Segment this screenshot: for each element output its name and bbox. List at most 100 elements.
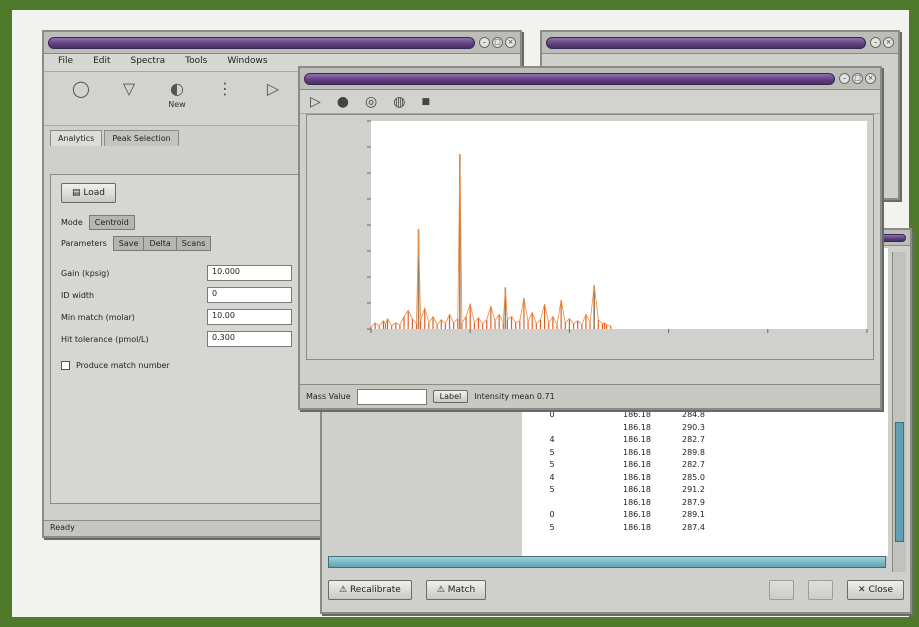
field-label-hit-tolerance: Hit tolerance (pmol/L): [61, 334, 149, 344]
background-window-title: [546, 36, 866, 49]
mode-label: Mode: [61, 218, 83, 227]
spectrum-close-icon[interactable]: ×: [865, 73, 876, 84]
disabled-button-1: [769, 580, 795, 600]
table-cell: 287.9: [682, 497, 705, 507]
minimize-icon[interactable]: –: [479, 37, 490, 48]
bg-close-icon[interactable]: ×: [883, 37, 894, 48]
results-button-bar: ⚠ Recalibrate ⚠ Match ✕ Close: [328, 576, 904, 604]
desktop: – □ × File Edit Spectra Tools Windows ◯ …: [12, 10, 912, 617]
toolbar-filter[interactable]: ▽: [112, 78, 146, 100]
toolbar-forward[interactable]: ▷: [256, 78, 290, 100]
spectrum-toolbar: ▷ ● ◎ ◍ ■: [300, 90, 880, 114]
table-row[interactable]: 4 186.18 282.7: [512, 435, 872, 448]
hit-tolerance-input[interactable]: 0.300: [207, 331, 292, 347]
match-button[interactable]: ⚠ Match: [425, 580, 487, 600]
min-match-input[interactable]: 10.00: [207, 309, 292, 325]
main-window-title: [48, 36, 475, 49]
close-icon[interactable]: ×: [505, 37, 516, 48]
results-table: 0 186.18 284.8 186.18 290.3 4 186.18 282.7 5 186.…: [512, 410, 872, 535]
mass-value-label: Mass Value: [306, 392, 351, 401]
table-row[interactable]: 0 186.18 289.1: [512, 510, 872, 523]
horizontal-scrollbar[interactable]: [328, 556, 886, 568]
table-cell: 0: [549, 410, 555, 419]
table-row[interactable]: 5 186.18 291.2: [512, 485, 872, 498]
match-icon: ⚠: [436, 585, 445, 595]
marker-icon[interactable]: ■: [421, 97, 430, 107]
tab-analytics[interactable]: Analytics: [50, 130, 103, 146]
camera-icon[interactable]: ◎: [365, 94, 377, 110]
toolbar-new-label: New: [168, 100, 186, 109]
close-button-label: Close: [868, 585, 893, 595]
menu-spectra[interactable]: Spectra: [131, 56, 166, 69]
new-icon: ◐: [170, 78, 184, 98]
recalibrate-label: Recalibrate: [349, 585, 401, 595]
recalibrate-button[interactable]: ⚠ Recalibrate: [328, 580, 412, 600]
background-window-titlebar[interactable]: – ×: [542, 32, 898, 54]
match-number-label: Produce match number: [76, 361, 170, 370]
vertical-scrollbar[interactable]: [892, 252, 906, 572]
menu-windows[interactable]: Windows: [227, 56, 267, 69]
close-button[interactable]: ✕ Close: [847, 580, 904, 600]
menu-edit[interactable]: Edit: [93, 56, 110, 69]
table-row[interactable]: 0 186.18 284.8: [512, 410, 872, 423]
scroll-thumb[interactable]: [895, 422, 904, 542]
bg-minimize-icon[interactable]: –: [870, 37, 881, 48]
table-cell: 285.0: [682, 472, 705, 482]
parameters-label: Parameters: [61, 239, 107, 248]
load-button[interactable]: ▤ Load: [61, 183, 116, 203]
table-cell: 186.18: [623, 447, 651, 457]
field-label-id-width: ID width: [61, 290, 95, 300]
main-window-titlebar[interactable]: – □ ×: [44, 32, 520, 54]
table-row[interactable]: 186.18 287.9: [512, 498, 872, 511]
param-option-delta[interactable]: Delta: [144, 237, 177, 250]
close-button-icon: ✕: [858, 585, 866, 595]
spectrum-plot: [367, 120, 868, 333]
table-cell: 287.4: [682, 522, 705, 532]
tab-peak-selection[interactable]: Peak Selection: [104, 130, 179, 146]
table-row[interactable]: 5 186.18 289.8: [512, 448, 872, 461]
spectrum-window: – □ × ▷ ● ◎ ◍ ■ Mass Value Label Intensi…: [298, 66, 882, 410]
table-cell: 289.1: [682, 510, 705, 519]
table-row[interactable]: 4 186.18 285.0: [512, 473, 872, 486]
globe-icon[interactable]: ◍: [393, 94, 405, 110]
mode-select[interactable]: Centroid: [88, 215, 135, 230]
param-option-scans[interactable]: Scans: [176, 237, 211, 250]
table-row[interactable]: 5 186.18 282.7: [512, 460, 872, 473]
record-icon[interactable]: ●: [337, 94, 349, 110]
spectrum-footer: Mass Value Label Intensity mean 0.71: [300, 384, 880, 408]
spectrum-maximize-icon[interactable]: □: [852, 73, 863, 84]
toolbar-new[interactable]: ◐ New: [160, 78, 194, 110]
disabled-button-2: [808, 580, 834, 600]
play-icon[interactable]: ▷: [310, 94, 321, 110]
filter-icon: ▽: [122, 78, 136, 98]
param-option-save[interactable]: Save: [113, 237, 145, 250]
spectrum-window-titlebar[interactable]: – □ ×: [300, 68, 880, 90]
table-row[interactable]: 186.18 290.3: [512, 423, 872, 436]
toolbar-separator: ⋮: [208, 78, 242, 100]
maximize-icon[interactable]: □: [492, 37, 503, 48]
status-text: Ready: [50, 523, 75, 532]
table-cell: 186.18: [623, 497, 651, 507]
table-cell: 186.18: [623, 410, 651, 419]
match-number-checkbox[interactable]: [61, 361, 70, 370]
menu-tools[interactable]: Tools: [185, 56, 207, 69]
table-cell: 291.2: [682, 485, 705, 494]
label-button[interactable]: Label: [432, 390, 469, 403]
table-cell: 290.3: [682, 422, 705, 432]
toolbar-open[interactable]: ◯: [64, 78, 98, 100]
menu-file[interactable]: File: [58, 56, 73, 69]
spectrum-window-title: [304, 72, 835, 85]
table-cell: 5: [549, 460, 555, 469]
id-width-input[interactable]: 0: [207, 287, 292, 303]
forward-icon: ▷: [266, 78, 280, 98]
spectrum-minimize-icon[interactable]: –: [839, 73, 850, 84]
table-cell: 5: [549, 522, 555, 532]
table-cell: 186.18: [623, 522, 651, 532]
table-cell: [512, 423, 592, 436]
plot-background: [371, 121, 867, 329]
recalibrate-icon: ⚠: [339, 585, 348, 595]
table-row[interactable]: 5 186.18 287.4: [512, 523, 872, 536]
open-icon: ◯: [72, 78, 90, 98]
gain-input[interactable]: 10.000: [207, 265, 292, 281]
mass-value-input[interactable]: [356, 388, 427, 405]
